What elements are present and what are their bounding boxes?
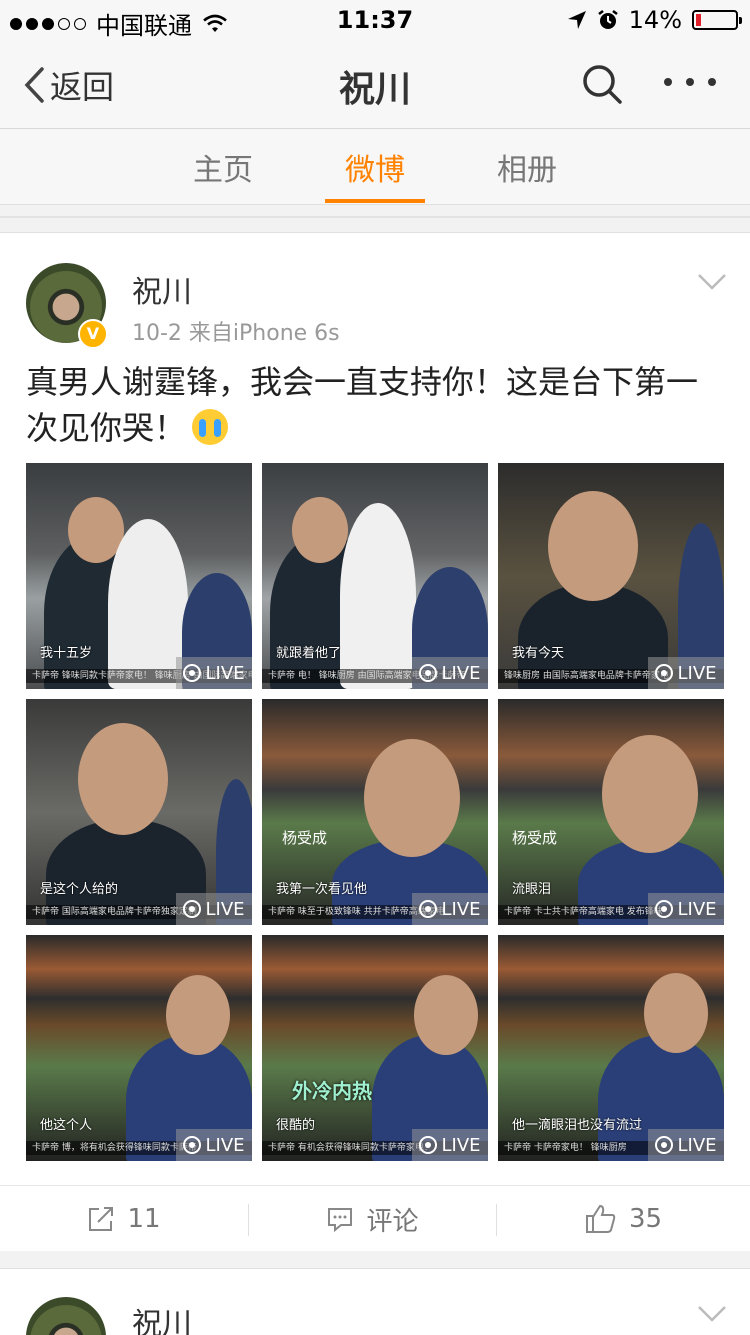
verified-badge-icon: V [78, 319, 108, 349]
more-icon[interactable] [662, 70, 718, 94]
avatar[interactable] [26, 1297, 106, 1335]
photo-caption: 很酷的 [276, 1118, 316, 1133]
post-card[interactable]: V 祝川 10-2 来自iPhone 6s 真男人谢霆锋，我会一直支持你！这是台… [0, 232, 750, 1251]
live-photo-badge: LIVE [412, 893, 488, 925]
live-photo-icon [655, 1136, 674, 1154]
photo-thumbnail[interactable]: 他一滴眼泪也没有流过 卡萨帝 卡萨帝家电！ 锋味厨房 LIVE [498, 935, 724, 1161]
chevron-down-icon[interactable] [697, 1305, 727, 1323]
photo-thumbnail[interactable]: 就跟着他了 卡萨帝 电！ 锋味厨房 由国际高端家电品牌卡萨帝 LIVE [262, 463, 488, 689]
navigation-bar: 返回 祝川 [0, 40, 750, 129]
title-card: 外冷内热 [292, 1079, 372, 1103]
live-photo-badge: LIVE [648, 1129, 724, 1161]
live-photo-icon [183, 664, 202, 682]
post-meta: 10-2 来自iPhone 6s [132, 321, 340, 346]
live-photo-badge: LIVE [412, 1129, 488, 1161]
photo-caption: 我有今天 [512, 646, 565, 661]
battery-percent: 14% [628, 6, 682, 34]
like-button[interactable]: 35 [497, 1186, 750, 1252]
thumbs-up-icon [585, 1204, 616, 1233]
live-photo-badge: LIVE [176, 1129, 252, 1161]
live-label: LIVE [441, 662, 481, 684]
battery-level-fill [696, 14, 701, 26]
location-arrow-icon [567, 11, 586, 29]
live-photo-icon [655, 664, 674, 682]
live-photo-icon [419, 900, 438, 918]
live-label: LIVE [205, 898, 245, 920]
live-label: LIVE [677, 1134, 717, 1156]
photo-caption: 我第一次看见他 [276, 882, 368, 897]
photo-thumbnail[interactable]: 我十五岁 卡萨帝 锋味同款卡萨帝家电！ 锋味厨房 由国际高端家电 LIVE [26, 463, 252, 689]
crying-face-icon [192, 409, 229, 445]
comment-label: 评论 [366, 1206, 419, 1237]
photo-thumbnail[interactable]: 杨受成 流眼泪 卡萨帝 卡士共卡萨帝高端家电 发布锋味 LIVE [498, 699, 724, 925]
live-label: LIVE [677, 662, 717, 684]
post-action-bar: 11 评论 35 [0, 1185, 750, 1252]
photo-caption: 他一滴眼泪也没有流过 [512, 1118, 643, 1133]
photo-caption: 我十五岁 [40, 646, 93, 661]
live-photo-icon [655, 900, 674, 918]
live-photo-badge: LIVE [648, 657, 724, 689]
photo-grid: 我十五岁 卡萨帝 锋味同款卡萨帝家电！ 锋味厨房 由国际高端家电 LIVE 就跟… [26, 463, 726, 1163]
photo-thumbnail[interactable]: 外冷内热 很酷的 卡萨帝 有机会获得锋味同款卡萨帝家电！ LIVE [262, 935, 488, 1161]
tab-album[interactable]: 相册 [467, 145, 587, 189]
chevron-down-icon[interactable] [697, 273, 727, 291]
photo-caption: 就跟着他了 [276, 646, 342, 661]
comment-icon [328, 1208, 353, 1233]
status-bar: 中国联通 11:37 14% [0, 0, 750, 40]
post-text: 真男人谢霆锋，我会一直支持你！这是台下第一次见你哭！ [26, 359, 726, 451]
photo-caption: 是这个人给的 [40, 882, 119, 897]
post-author[interactable]: 祝川 [132, 1299, 192, 1335]
status-right: 14% [567, 6, 742, 34]
active-tab-indicator [325, 199, 425, 203]
live-photo-icon [419, 664, 438, 682]
battery-icon [692, 10, 742, 30]
photo-thumbnail[interactable]: 我有今天 锋味厨房 由国际高端家电品牌卡萨帝家电！ LIVE [498, 463, 724, 689]
live-photo-icon [183, 900, 202, 918]
repost-icon [89, 1207, 114, 1231]
photo-caption: 他这个人 [40, 1118, 93, 1133]
live-label: LIVE [677, 898, 717, 920]
name-tag: 杨受成 [282, 829, 328, 847]
divider [0, 216, 750, 218]
tab-home[interactable]: 主页 [163, 145, 283, 189]
live-photo-icon [183, 1136, 202, 1154]
post-author[interactable]: 祝川 [132, 267, 192, 311]
like-count: 35 [628, 1204, 663, 1234]
live-photo-icon [419, 1136, 438, 1154]
alarm-icon [597, 10, 618, 29]
name-tag: 杨受成 [512, 829, 558, 847]
photo-thumbnail[interactable]: 他这个人 卡萨帝 博，将有机会获得锋味同款卡萨帝 LIVE [26, 935, 252, 1161]
tab-weibo[interactable]: 微博 [315, 145, 435, 189]
repost-count: 11 [127, 1204, 161, 1234]
photo-caption: 流眼泪 [512, 882, 552, 897]
photo-thumbnail[interactable]: 是这个人给的 卡萨帝 国际高端家电品牌卡萨帝独家定制 LIVE [26, 699, 252, 925]
profile-tab-bar: 主页 微博 相册 [0, 129, 750, 205]
search-icon[interactable] [580, 62, 624, 106]
live-photo-badge: LIVE [648, 893, 724, 925]
live-photo-badge: LIVE [176, 657, 252, 689]
post-card[interactable]: 祝川 [0, 1268, 750, 1335]
page-title: 祝川 [338, 69, 411, 110]
post-body: 真男人谢霆锋，我会一直支持你！这是台下第一次见你哭！ [26, 363, 699, 447]
live-label: LIVE [205, 1134, 245, 1156]
live-label: LIVE [441, 898, 481, 920]
live-photo-badge: LIVE [176, 893, 252, 925]
photo-thumbnail[interactable]: 杨受成 我第一次看见他 卡萨帝 味至于极致锋味 共并卡萨帝高端家电 LIVE [262, 699, 488, 925]
live-label: LIVE [205, 662, 245, 684]
live-label: LIVE [441, 1134, 481, 1156]
repost-button[interactable]: 11 [0, 1186, 248, 1252]
live-photo-badge: LIVE [412, 657, 488, 689]
comment-button[interactable]: 评论 [249, 1186, 496, 1252]
